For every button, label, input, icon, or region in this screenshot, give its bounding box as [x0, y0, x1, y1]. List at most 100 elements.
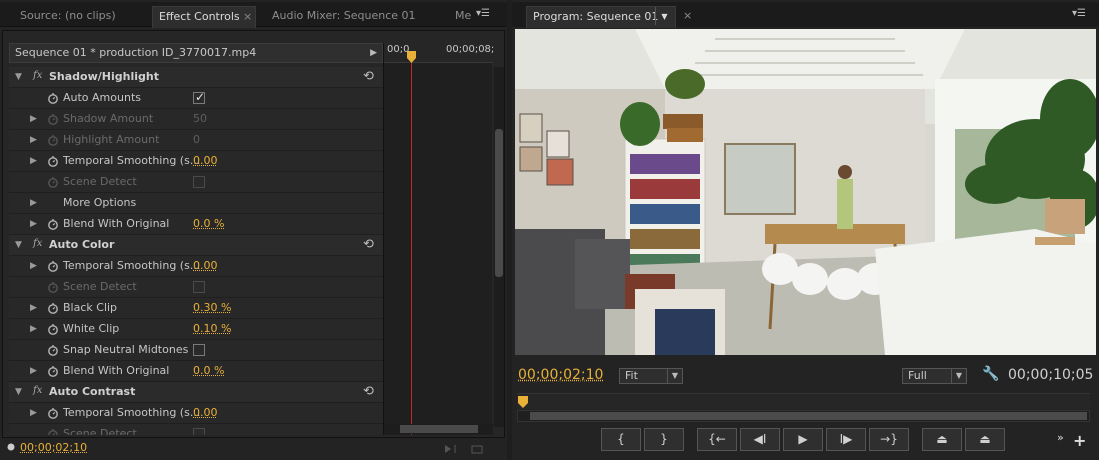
reset-icon[interactable]: ⟲ — [363, 384, 374, 399]
twirl-down-icon[interactable]: ▼ — [15, 240, 22, 250]
zoom-select[interactable]: Fit ▼ — [619, 368, 683, 384]
tab-audio-mixer[interactable]: Audio Mixer: Sequence 01 — [266, 6, 446, 28]
twirl-right-icon[interactable]: ▶ — [30, 219, 37, 229]
parameter-row[interactable]: Snap Neutral Midtones — [9, 340, 383, 361]
twirl-right-icon[interactable]: ▶ — [30, 156, 37, 166]
reset-icon[interactable]: ⟲ — [363, 69, 374, 84]
stopwatch-icon[interactable] — [47, 407, 59, 419]
more-icon[interactable]: » — [1057, 431, 1064, 444]
twirl-right-icon[interactable]: ▶ — [30, 198, 37, 208]
wrench-icon[interactable]: 🔧 — [982, 366, 999, 382]
horizontal-scrollbar[interactable] — [384, 424, 493, 434]
timecode-display[interactable]: 00;00;02;10 — [20, 441, 87, 454]
parameter-row[interactable]: ▶ Blend With Original 0.0 % — [9, 214, 383, 235]
parameter-checkbox[interactable] — [193, 344, 205, 356]
tab-program-monitor[interactable]: Program: Sequence 01 ▼ — [526, 6, 676, 28]
step-back-button[interactable]: ◀I — [740, 428, 780, 451]
parameter-row[interactable]: ▶ Shadow Amount 50 — [9, 109, 383, 130]
parameter-value[interactable]: 0.00 — [193, 406, 218, 419]
playhead-icon[interactable] — [517, 395, 529, 409]
parameter-value[interactable]: 50 — [193, 112, 207, 125]
panel-menu-icon[interactable]: ▾☰ — [1072, 8, 1090, 20]
stopwatch-icon[interactable] — [47, 302, 59, 314]
effect-group-row[interactable]: ▼ fx Auto Color ⟲ — [9, 235, 383, 256]
fx-icon[interactable]: fx — [33, 70, 42, 81]
parameter-row[interactable]: ▶ Highlight Amount 0 — [9, 130, 383, 151]
lift-button[interactable]: ⏏ — [922, 428, 962, 451]
vertical-scroll-thumb[interactable] — [495, 129, 503, 277]
play-audio-icons[interactable] — [444, 443, 484, 455]
stopwatch-icon[interactable] — [47, 323, 59, 335]
mark-out-button[interactable]: } — [644, 428, 684, 451]
twirl-right-icon[interactable]: ▶ — [30, 324, 37, 334]
stopwatch-icon[interactable] — [47, 92, 59, 104]
parameter-row[interactable]: Scene Detect — [9, 172, 383, 193]
panel-menu-icon[interactable]: ▾☰ — [476, 8, 494, 20]
parameter-row[interactable]: ▶ Temporal Smoothing (s... 0.00 — [9, 403, 383, 424]
monitor-scrollbar[interactable] — [517, 410, 1090, 422]
stopwatch-icon[interactable] — [47, 218, 59, 230]
effect-group-row[interactable]: ▼ fx Auto Contrast ⟲ — [9, 382, 383, 403]
monitor-scroll-thumb[interactable] — [530, 412, 1087, 420]
parameter-row[interactable]: ▶ More Options — [9, 193, 383, 214]
stopwatch-icon[interactable] — [47, 113, 59, 125]
mark-in-button[interactable]: { — [601, 428, 641, 451]
resolution-select[interactable]: Full ▼ — [902, 368, 967, 384]
go-to-in-button[interactable]: {← — [697, 428, 737, 451]
extract-button[interactable]: ⏏ — [965, 428, 1005, 451]
reset-icon[interactable]: ⟲ — [363, 237, 374, 252]
vertical-scrollbar[interactable] — [494, 67, 504, 427]
parameter-row[interactable]: ▶ Temporal Smoothing (s... 0.00 — [9, 151, 383, 172]
parameter-value[interactable]: 0.0 % — [193, 364, 224, 377]
stopwatch-icon[interactable] — [47, 365, 59, 377]
parameter-row[interactable]: Scene Detect — [9, 424, 383, 435]
parameter-row[interactable]: ▶ Blend With Original 0.0 % — [9, 361, 383, 382]
twirl-down-icon[interactable]: ▼ — [15, 387, 22, 397]
parameter-row[interactable]: Scene Detect — [9, 277, 383, 298]
parameter-checkbox[interactable] — [193, 281, 205, 293]
parameter-value[interactable]: 0.00 — [193, 154, 218, 167]
stopwatch-icon[interactable] — [47, 176, 59, 188]
parameter-row[interactable]: ▶ Temporal Smoothing (s... 0.00 — [9, 256, 383, 277]
parameter-checkbox[interactable]: ✓ — [193, 90, 205, 104]
go-to-out-button[interactable]: →} — [869, 428, 909, 451]
twirl-right-icon[interactable]: ▶ — [30, 366, 37, 376]
twirl-right-icon[interactable]: ▶ — [30, 261, 37, 271]
parameter-row[interactable]: ▶ White Clip 0.10 % — [9, 319, 383, 340]
parameter-value[interactable]: 0.30 % — [193, 301, 231, 314]
twirl-right-icon[interactable]: ▶ — [30, 114, 37, 124]
playhead-icon[interactable] — [406, 51, 417, 63]
play-button[interactable]: ▶ — [783, 428, 823, 451]
twirl-down-icon[interactable]: ▼ — [15, 72, 22, 82]
parameter-value[interactable]: 0.00 — [193, 259, 218, 272]
tab-metadata[interactable]: Me — [449, 6, 473, 28]
fx-icon[interactable]: fx — [33, 238, 42, 249]
parameter-checkbox[interactable] — [193, 428, 205, 435]
add-button-icon[interactable]: + — [1073, 431, 1086, 450]
stopwatch-icon[interactable] — [47, 344, 59, 356]
step-forward-button[interactable]: I▶ — [826, 428, 866, 451]
parameter-checkbox[interactable] — [193, 176, 205, 188]
parameter-row[interactable]: ▶ Black Clip 0.30 % — [9, 298, 383, 319]
stopwatch-icon[interactable] — [47, 134, 59, 146]
stopwatch-icon[interactable] — [47, 260, 59, 272]
stopwatch-icon[interactable] — [47, 428, 59, 435]
twirl-right-icon[interactable]: ▶ — [30, 408, 37, 418]
tab-effect-controls[interactable]: Effect Controls × — [152, 6, 256, 28]
horizontal-scroll-thumb[interactable] — [400, 425, 478, 433]
fx-icon[interactable]: fx — [33, 385, 42, 396]
current-timecode[interactable]: 00;00;02;10 — [518, 367, 603, 383]
twirl-right-icon[interactable]: ▶ — [30, 303, 37, 313]
close-icon[interactable]: × — [243, 7, 252, 27]
effect-group-row[interactable]: ▼ fx Shadow/Highlight ⟲ — [9, 67, 383, 88]
close-icon[interactable]: × — [677, 6, 691, 28]
parameter-value[interactable]: 0 — [193, 133, 200, 146]
parameter-value[interactable]: 0.10 % — [193, 322, 231, 335]
tab-source[interactable]: Source: (no clips) — [14, 6, 144, 28]
parameter-value[interactable]: 0.0 % — [193, 217, 224, 230]
monitor-time-ruler[interactable] — [517, 393, 1090, 409]
collapse-arrow-icon[interactable]: ▶ — [370, 44, 377, 62]
parameter-row[interactable]: Auto Amounts ✓ — [9, 88, 383, 109]
stopwatch-icon[interactable] — [47, 281, 59, 293]
stopwatch-icon[interactable] — [47, 155, 59, 167]
